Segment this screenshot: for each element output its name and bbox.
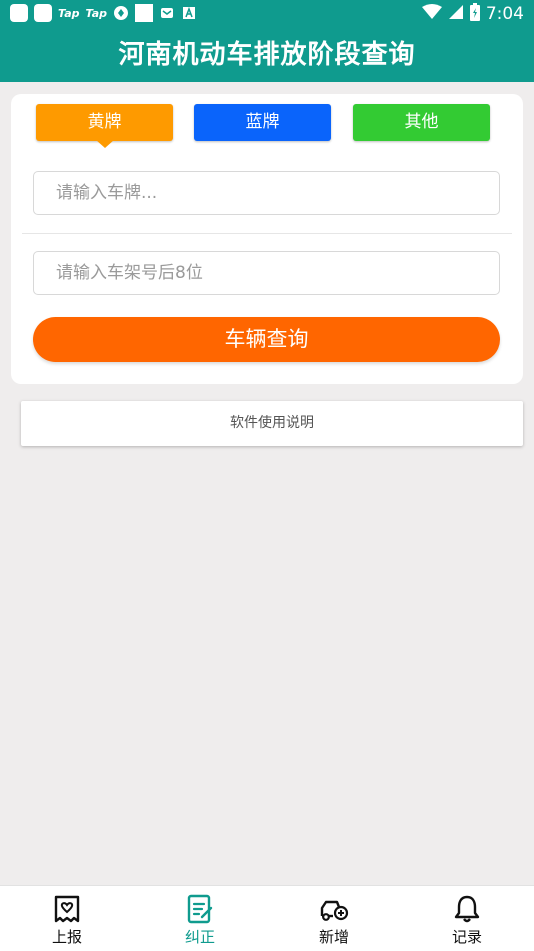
user-guide-button[interactable]: 软件使用说明 bbox=[21, 401, 523, 446]
nav-item-add[interactable]: 新增 bbox=[267, 886, 401, 951]
notification-app-icon bbox=[34, 4, 52, 22]
signal-icon bbox=[448, 4, 464, 24]
font-app-icon bbox=[181, 5, 197, 21]
divider bbox=[22, 233, 512, 234]
bell-icon bbox=[452, 894, 482, 924]
vehicle-query-button[interactable]: 车辆查询 bbox=[33, 317, 500, 362]
plate-type-blue-button[interactable]: 蓝牌 bbox=[194, 104, 331, 141]
plate-type-yellow-button[interactable]: 黄牌 bbox=[36, 104, 173, 141]
plate-type-other-button[interactable]: 其他 bbox=[353, 104, 490, 141]
status-bar: Tap Tap 7:04 bbox=[0, 0, 534, 28]
tap-notification-icon: Tap bbox=[58, 6, 80, 20]
bottom-navigation: 上报 纠正 新增 记录 bbox=[0, 885, 534, 951]
wifi-icon bbox=[421, 4, 442, 24]
query-card: 黄牌 蓝牌 其他 车辆查询 bbox=[11, 94, 523, 384]
nav-label-report: 上报 bbox=[51, 928, 82, 946]
nav-item-correct[interactable]: 纠正 bbox=[133, 886, 267, 951]
vin-last-8-input[interactable] bbox=[33, 251, 500, 295]
mail-icon bbox=[159, 5, 175, 21]
correct-icon bbox=[185, 894, 215, 924]
tap-notification-icon: Tap bbox=[85, 6, 108, 20]
system-icons: 7:04 bbox=[421, 3, 524, 25]
nav-label-add: 新增 bbox=[318, 928, 349, 946]
nav-item-records[interactable]: 记录 bbox=[400, 886, 534, 951]
page-title: 河南机动车排放阶段查询 bbox=[118, 40, 416, 70]
status-time: 7:04 bbox=[485, 4, 524, 24]
notification-app-icon bbox=[10, 4, 28, 22]
nav-label-records: 记录 bbox=[451, 928, 482, 946]
notification-icons: Tap Tap bbox=[10, 4, 197, 22]
notification-app-icon bbox=[135, 4, 153, 22]
nav-label-correct: 纠正 bbox=[184, 928, 215, 946]
selected-indicator-arrow bbox=[96, 140, 114, 148]
app-bar: 河南机动车排放阶段查询 bbox=[0, 28, 534, 82]
nav-item-report[interactable]: 上报 bbox=[0, 886, 134, 951]
plate-number-input[interactable] bbox=[33, 171, 500, 215]
report-icon bbox=[52, 894, 82, 924]
add-vehicle-icon bbox=[319, 894, 349, 924]
battery-icon bbox=[469, 3, 480, 25]
sync-icon bbox=[113, 5, 129, 21]
